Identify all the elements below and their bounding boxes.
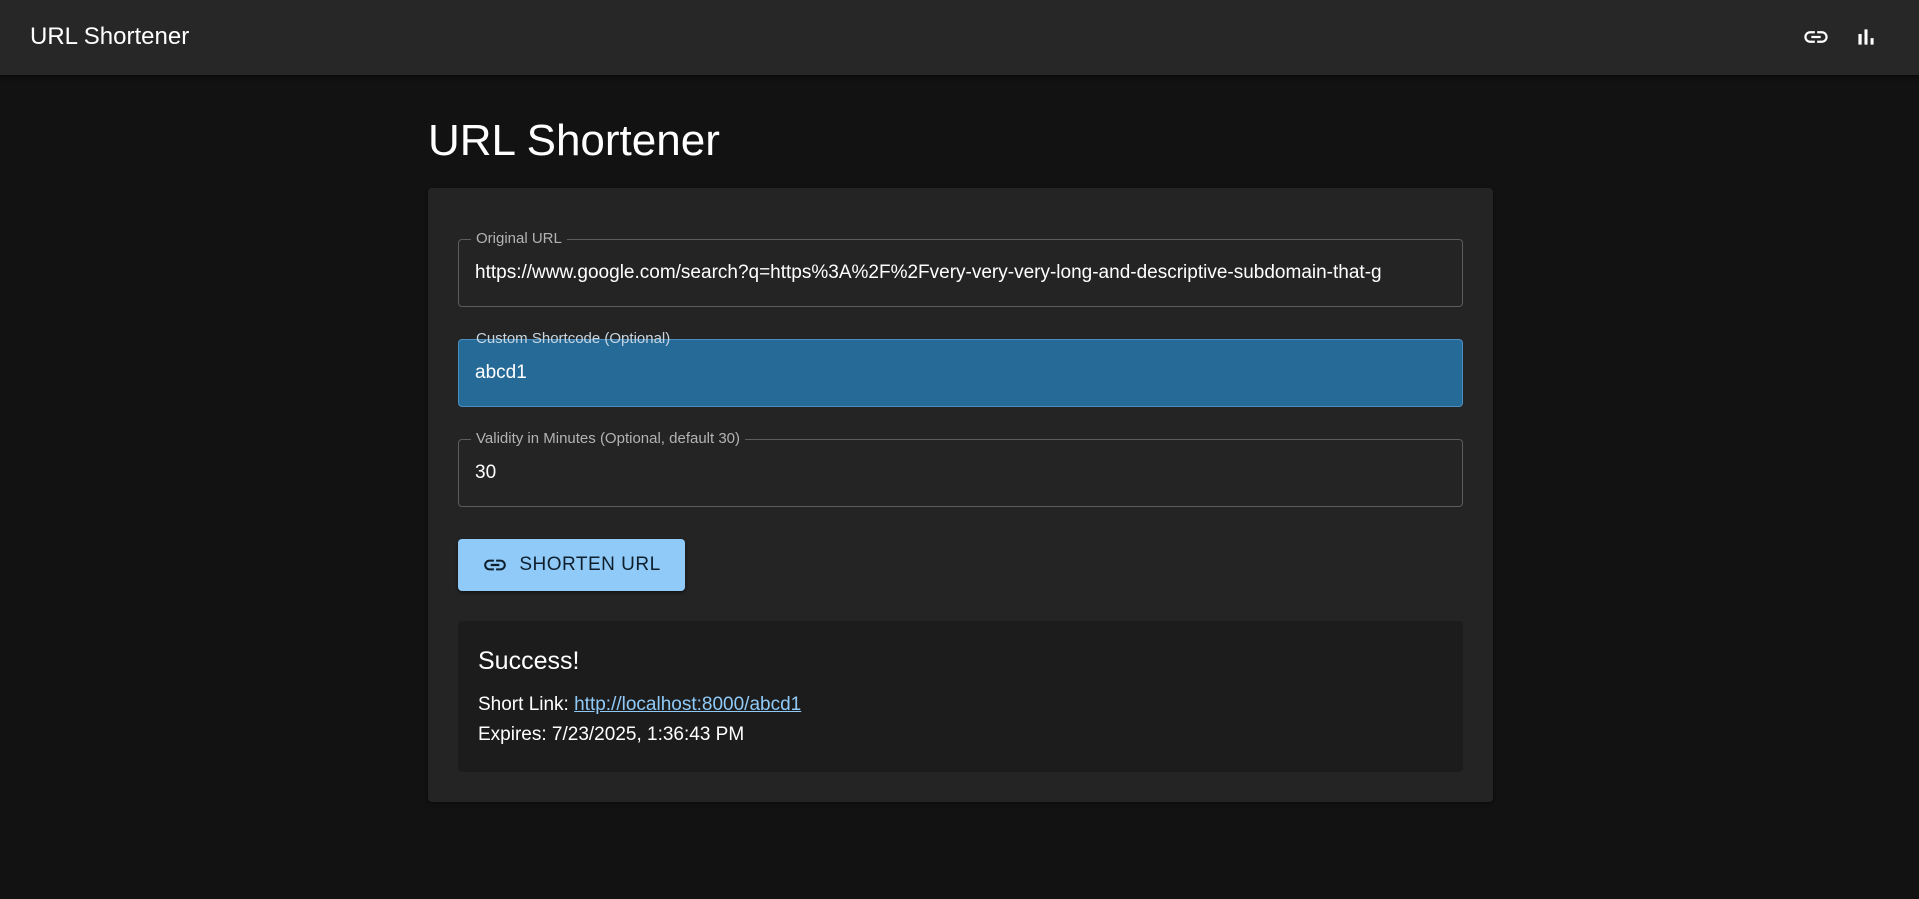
- result-title: Success!: [478, 647, 580, 675]
- short-link-label: Short Link:: [478, 694, 569, 715]
- result-panel: Success! Short Link: http://localhost:80…: [458, 621, 1463, 772]
- custom-shortcode-input[interactable]: [475, 340, 1446, 406]
- bar-chart-icon[interactable]: [1849, 20, 1883, 54]
- page-title: URL Shortener: [428, 116, 720, 165]
- expires-value: 7/23/2025, 1:36:43 PM: [551, 724, 745, 745]
- validity-field: Validity in Minutes (Optional, default 3…: [458, 430, 1463, 507]
- original-url-input[interactable]: [475, 240, 1446, 306]
- short-link[interactable]: http://localhost:8000/abcd1: [574, 694, 801, 715]
- short-link-row: Short Link: http://localhost:8000/abcd1: [478, 693, 801, 717]
- link-icon: [482, 552, 508, 578]
- original-url-field: Original URL: [458, 230, 1463, 307]
- link-icon[interactable]: [1799, 20, 1833, 54]
- custom-shortcode-field: Custom Shortcode (Optional): [458, 330, 1463, 407]
- expires-row: Expires: 7/23/2025, 1:36:43 PM: [478, 723, 744, 747]
- app-bar: URL Shortener: [0, 0, 1919, 75]
- validity-input[interactable]: [475, 440, 1446, 506]
- shorten-url-button-label: SHORTEN URL: [519, 554, 661, 575]
- expires-label: Expires:: [478, 724, 547, 745]
- shorten-url-button[interactable]: SHORTEN URL: [458, 539, 685, 591]
- app-title: URL Shortener: [30, 23, 190, 50]
- shortener-card: Original URL Custom Shortcode (Optional)…: [428, 188, 1493, 802]
